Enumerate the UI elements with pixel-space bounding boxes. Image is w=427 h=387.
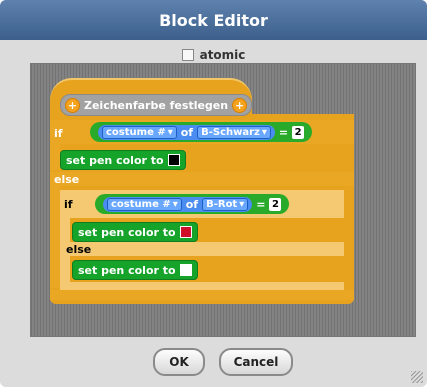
set-pen-color-label-2: set pen color to bbox=[78, 225, 176, 239]
else-outer-bar bbox=[50, 186, 60, 288]
of-label-outer: of bbox=[180, 125, 194, 139]
costume-label-inner: costume # bbox=[111, 198, 171, 210]
chevron-down-icon: ▾ bbox=[239, 198, 245, 210]
costume-label-outer: costume # bbox=[106, 126, 166, 138]
set-pen-color-label-3: set pen color to bbox=[78, 263, 176, 277]
costume-dropdown-inner[interactable]: costume # ▾ bbox=[107, 197, 182, 211]
color-swatch-white[interactable] bbox=[179, 264, 192, 276]
costume-dropdown-outer[interactable]: costume # ▾ bbox=[102, 125, 177, 139]
custom-block-label: Zeichenfarbe festlegen bbox=[84, 98, 229, 112]
atomic-checkbox[interactable] bbox=[181, 49, 194, 61]
if-keyword-outer: if bbox=[54, 127, 63, 140]
if-outer-then-bar bbox=[50, 144, 60, 170]
costume-reporter-inner[interactable]: costume # ▾ of B-Rot ▾ bbox=[103, 196, 253, 212]
of-label-inner: of bbox=[185, 197, 199, 211]
color-swatch-black[interactable] bbox=[167, 154, 180, 166]
value-field-outer[interactable]: 2 bbox=[292, 125, 305, 139]
sprite-dropdown-outer[interactable]: B-Schwarz ▾ bbox=[197, 125, 271, 139]
chevron-down-icon: ▾ bbox=[261, 126, 267, 138]
resize-handle[interactable] bbox=[411, 371, 423, 383]
costume-reporter-outer[interactable]: costume # ▾ of B-Schwarz ▾ bbox=[98, 124, 275, 140]
sprite-label-inner: B-Rot bbox=[206, 198, 238, 210]
set-pen-color-block-3[interactable]: set pen color to bbox=[72, 260, 198, 280]
else-bar-outer bbox=[50, 172, 354, 186]
add-input-right-icon[interactable]: + bbox=[232, 97, 248, 113]
if-inner-bottom bbox=[60, 282, 344, 290]
condition-inner[interactable]: costume # ▾ of B-Rot ▾ = 2 bbox=[95, 194, 290, 214]
custom-block-prototype[interactable]: + Zeichenfarbe festlegen + bbox=[60, 94, 253, 116]
dialog-title-text: Block Editor bbox=[159, 10, 268, 30]
if-outer-bottom bbox=[50, 290, 354, 300]
atomic-label: atomic bbox=[199, 48, 246, 62]
set-pen-color-label-1: set pen color to bbox=[66, 153, 164, 167]
color-swatch-red[interactable] bbox=[179, 226, 192, 238]
sprite-label-outer: B-Schwarz bbox=[201, 126, 260, 138]
set-pen-color-block-1[interactable]: set pen color to bbox=[60, 150, 186, 170]
value-field-inner[interactable]: 2 bbox=[269, 197, 282, 211]
if-inner-then-bar bbox=[60, 218, 70, 242]
chevron-down-icon: ▾ bbox=[167, 126, 173, 138]
else-label-inner: else bbox=[66, 243, 92, 256]
add-input-left-icon[interactable]: + bbox=[65, 97, 80, 113]
set-pen-color-block-2[interactable]: set pen color to bbox=[72, 222, 198, 242]
chevron-down-icon: ▾ bbox=[172, 198, 178, 210]
equals-operator-inner: = bbox=[256, 197, 266, 211]
ok-button[interactable]: OK bbox=[153, 348, 205, 376]
else-bar-inner bbox=[60, 242, 344, 256]
cancel-button[interactable]: Cancel bbox=[219, 348, 293, 376]
atomic-option[interactable]: atomic bbox=[0, 46, 427, 64]
condition-outer[interactable]: costume # ▾ of B-Schwarz ▾ = 2 bbox=[90, 122, 313, 142]
dialog-title: Block Editor bbox=[0, 0, 427, 40]
else-inner-bar bbox=[60, 256, 70, 282]
block-editor-dialog: Block Editor atomic + Zeichenfarbe festl… bbox=[0, 0, 427, 387]
equals-operator-outer: = bbox=[278, 125, 289, 139]
sprite-dropdown-inner[interactable]: B-Rot ▾ bbox=[202, 197, 249, 211]
if-keyword-inner: if bbox=[64, 198, 73, 211]
else-label-outer: else bbox=[54, 173, 80, 186]
